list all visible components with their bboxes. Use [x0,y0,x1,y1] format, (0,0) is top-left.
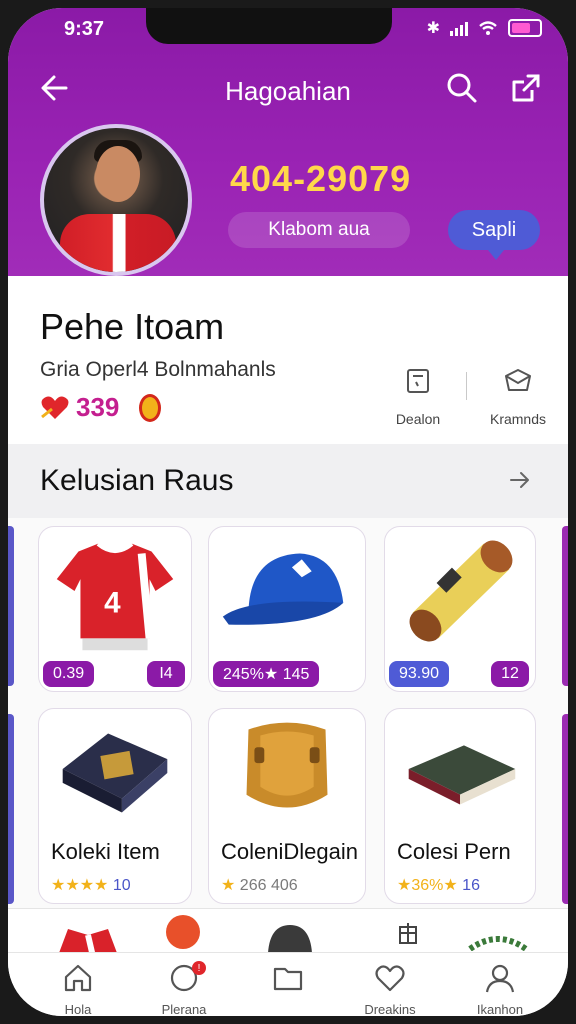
product-title: ColeniDlegain [221,839,358,864]
arrow-right-icon[interactable] [508,468,532,492]
status-icons: ✱ [427,18,542,38]
player-avatar [40,124,192,276]
cap-image [222,553,344,625]
profile-name: Pehe Itoam [40,306,225,347]
section-title: Kelusian Raus [40,464,234,497]
product-title: Colesi Pern [397,839,511,864]
collection-section-header[interactable]: Kelusian Raus [8,444,568,518]
tab-folder[interactable] [242,961,334,1002]
product-card-colesi-pern[interactable]: Colesi Pern ★36%★ 16 [384,708,536,904]
notification-badge: ! [192,961,206,975]
scroll-edge-right [562,526,568,686]
mail-icon [505,369,531,391]
kramnds-label: Kramnds [489,411,547,427]
profile-header: 9:37 ✱ Hagoahian 404-29079 Klabom aua Sa… [8,8,568,276]
heart-icon [41,396,69,419]
user-icon [485,964,515,993]
tab-plerana[interactable]: ! Plerana [138,961,230,1016]
tab-label: Dreakins [364,1002,416,1016]
kramnds-action[interactable]: Kramnds [478,366,558,427]
tab-dreakins[interactable]: Dreakins [344,961,436,1016]
product-title: Koleki Item [51,839,160,864]
profile-subtitle: Gria Operl4 Bolnmahanls [40,358,276,381]
dealon-label: Dealon [395,411,441,427]
product-grid: 4 0.39 I4 245%★ 145 93.90 12 Koleki Item… [8,518,568,908]
heart-icon [375,965,405,992]
tab-label: Ikanhon [476,1002,524,1016]
tab-home[interactable]: Hola [32,961,124,1016]
player-score: 404-29079 [230,158,412,199]
home-icon [64,964,92,992]
price-tag: 0.39 [43,661,95,687]
product-card-koleki-item[interactable]: Koleki Item ★★★★ 10 [38,708,192,904]
price-tag: 245%★ 145 [213,661,320,687]
sapi-button[interactable]: Sapli [448,210,540,260]
medal-icon [139,393,162,422]
tab-label: Hola [64,1002,92,1016]
bottom-tab-bar: Hola ! Plerana Dreakins Ikanhon [8,952,568,1016]
share-icon[interactable] [508,70,544,106]
tab-label: Plerana [161,1002,207,1016]
notebook-image [408,745,516,805]
profile-info: Pehe Itoam Gria Operl4 Bolnmahanls 339 D… [8,276,568,444]
phone-screen: 9:37 ✱ Hagoahian 404-29079 Klabom aua Sa… [8,8,568,1016]
camera-notch [146,8,392,44]
scroll-edge-left [8,526,14,686]
price-tag: 93.90 [389,661,450,687]
product-rating: ★36%★ 16 [397,877,480,894]
bluetooth-icon: ✱ [426,20,440,37]
dealon-action[interactable]: Dealon [378,366,458,427]
chest-armor-image [246,722,328,808]
helmet-image [268,925,312,953]
jersey-image: 4 [56,541,174,651]
scroll-edge-right [562,714,568,904]
next-products-row [8,908,568,953]
product-card-jersey[interactable]: 4 0.39 I4 [38,526,192,692]
page-title: Hagoahian [225,76,351,106]
status-time: 9:37 [64,18,105,40]
product-rating: ★ 266 406 [221,877,298,894]
search-icon[interactable] [444,70,480,106]
signal-icon [450,20,468,36]
profile-stat: 339 [40,392,162,423]
quantity-tag: 12 [491,661,529,687]
name-pill: Klabom aua [228,212,410,248]
scroll-edge-left [8,714,14,904]
stat-value: 339 [76,392,120,422]
rolled-mat-image [409,540,513,642]
quantity-tag: I4 [147,661,185,687]
action-divider [466,372,467,400]
product-card-colenidlegain[interactable]: ColeniDlegain ★ 266 406 [208,708,366,904]
notification-fab[interactable] [166,915,200,949]
svg-text:4: 4 [104,587,121,620]
battery-icon [508,19,542,37]
equipment-bag-image [62,733,168,813]
product-rating: ★★★★ 10 [51,877,131,894]
document-icon [407,369,429,393]
beads-image [468,936,528,951]
wifi-icon [479,21,497,35]
product-card-mat[interactable]: 93.90 12 [384,526,536,692]
folder-icon [273,967,303,991]
tab-profile[interactable]: Ikanhon [454,961,546,1016]
jersey-image [59,929,117,953]
product-card-cap[interactable]: 245%★ 145 [208,526,366,692]
gift-icon [399,923,417,944]
